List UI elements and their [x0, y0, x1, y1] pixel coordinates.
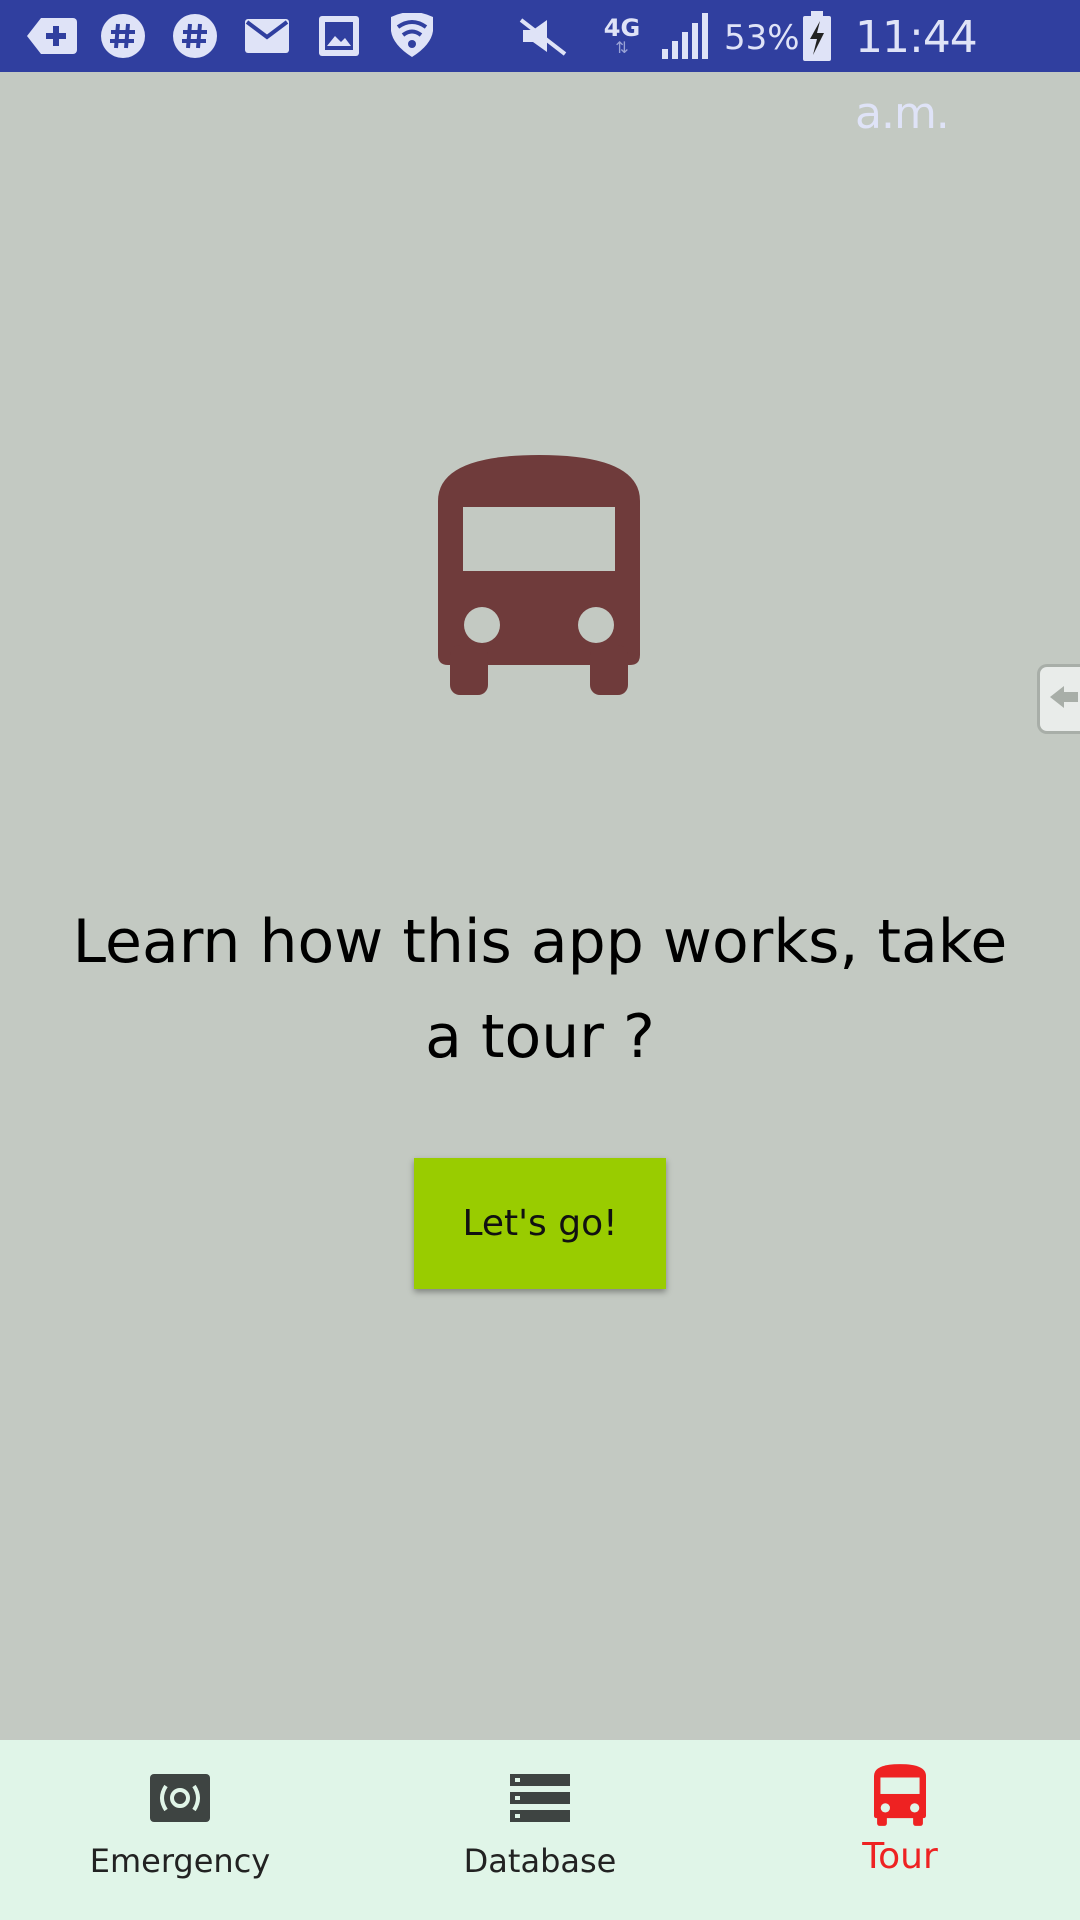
nav-label-tour: Tour	[862, 1836, 938, 1877]
hashtag-icon	[170, 0, 220, 72]
database-icon	[510, 1774, 570, 1826]
bottom-navigation: Emergency Database Tour	[0, 1740, 1080, 1920]
nav-item-tour[interactable]: Tour	[750, 1740, 1050, 1920]
status-bar: 4G ⇅ 53% 11:44 a.m.	[0, 0, 1080, 139]
lets-go-button[interactable]: Let's go!	[414, 1158, 666, 1289]
battery-percent: 53%	[724, 18, 800, 58]
nav-item-database[interactable]: Database	[390, 1740, 690, 1920]
mail-icon	[244, 0, 290, 72]
clock: 11:44 a.m.	[855, 12, 978, 139]
nav-label-database: Database	[463, 1842, 617, 1880]
bus-icon	[438, 455, 640, 695]
battery-charging-icon	[802, 0, 832, 72]
wifi-icon	[386, 0, 438, 72]
nav-label-emergency: Emergency	[89, 1842, 271, 1880]
add-icon	[24, 0, 80, 72]
emergency-icon	[150, 1774, 210, 1826]
nav-item-emergency[interactable]: Emergency	[30, 1740, 330, 1920]
hashtag-icon	[98, 0, 148, 72]
tour-prompt-text: Learn how this app works, take a tour ?	[72, 907, 1008, 1072]
arrow-left-icon	[1048, 682, 1078, 716]
image-icon	[318, 0, 360, 72]
side-drawer-handle[interactable]	[1037, 664, 1080, 734]
mute-icon	[518, 0, 568, 72]
network-4g-icon: 4G ⇅	[603, 14, 641, 57]
bus-icon	[874, 1764, 926, 1830]
signal-icon	[660, 0, 710, 72]
